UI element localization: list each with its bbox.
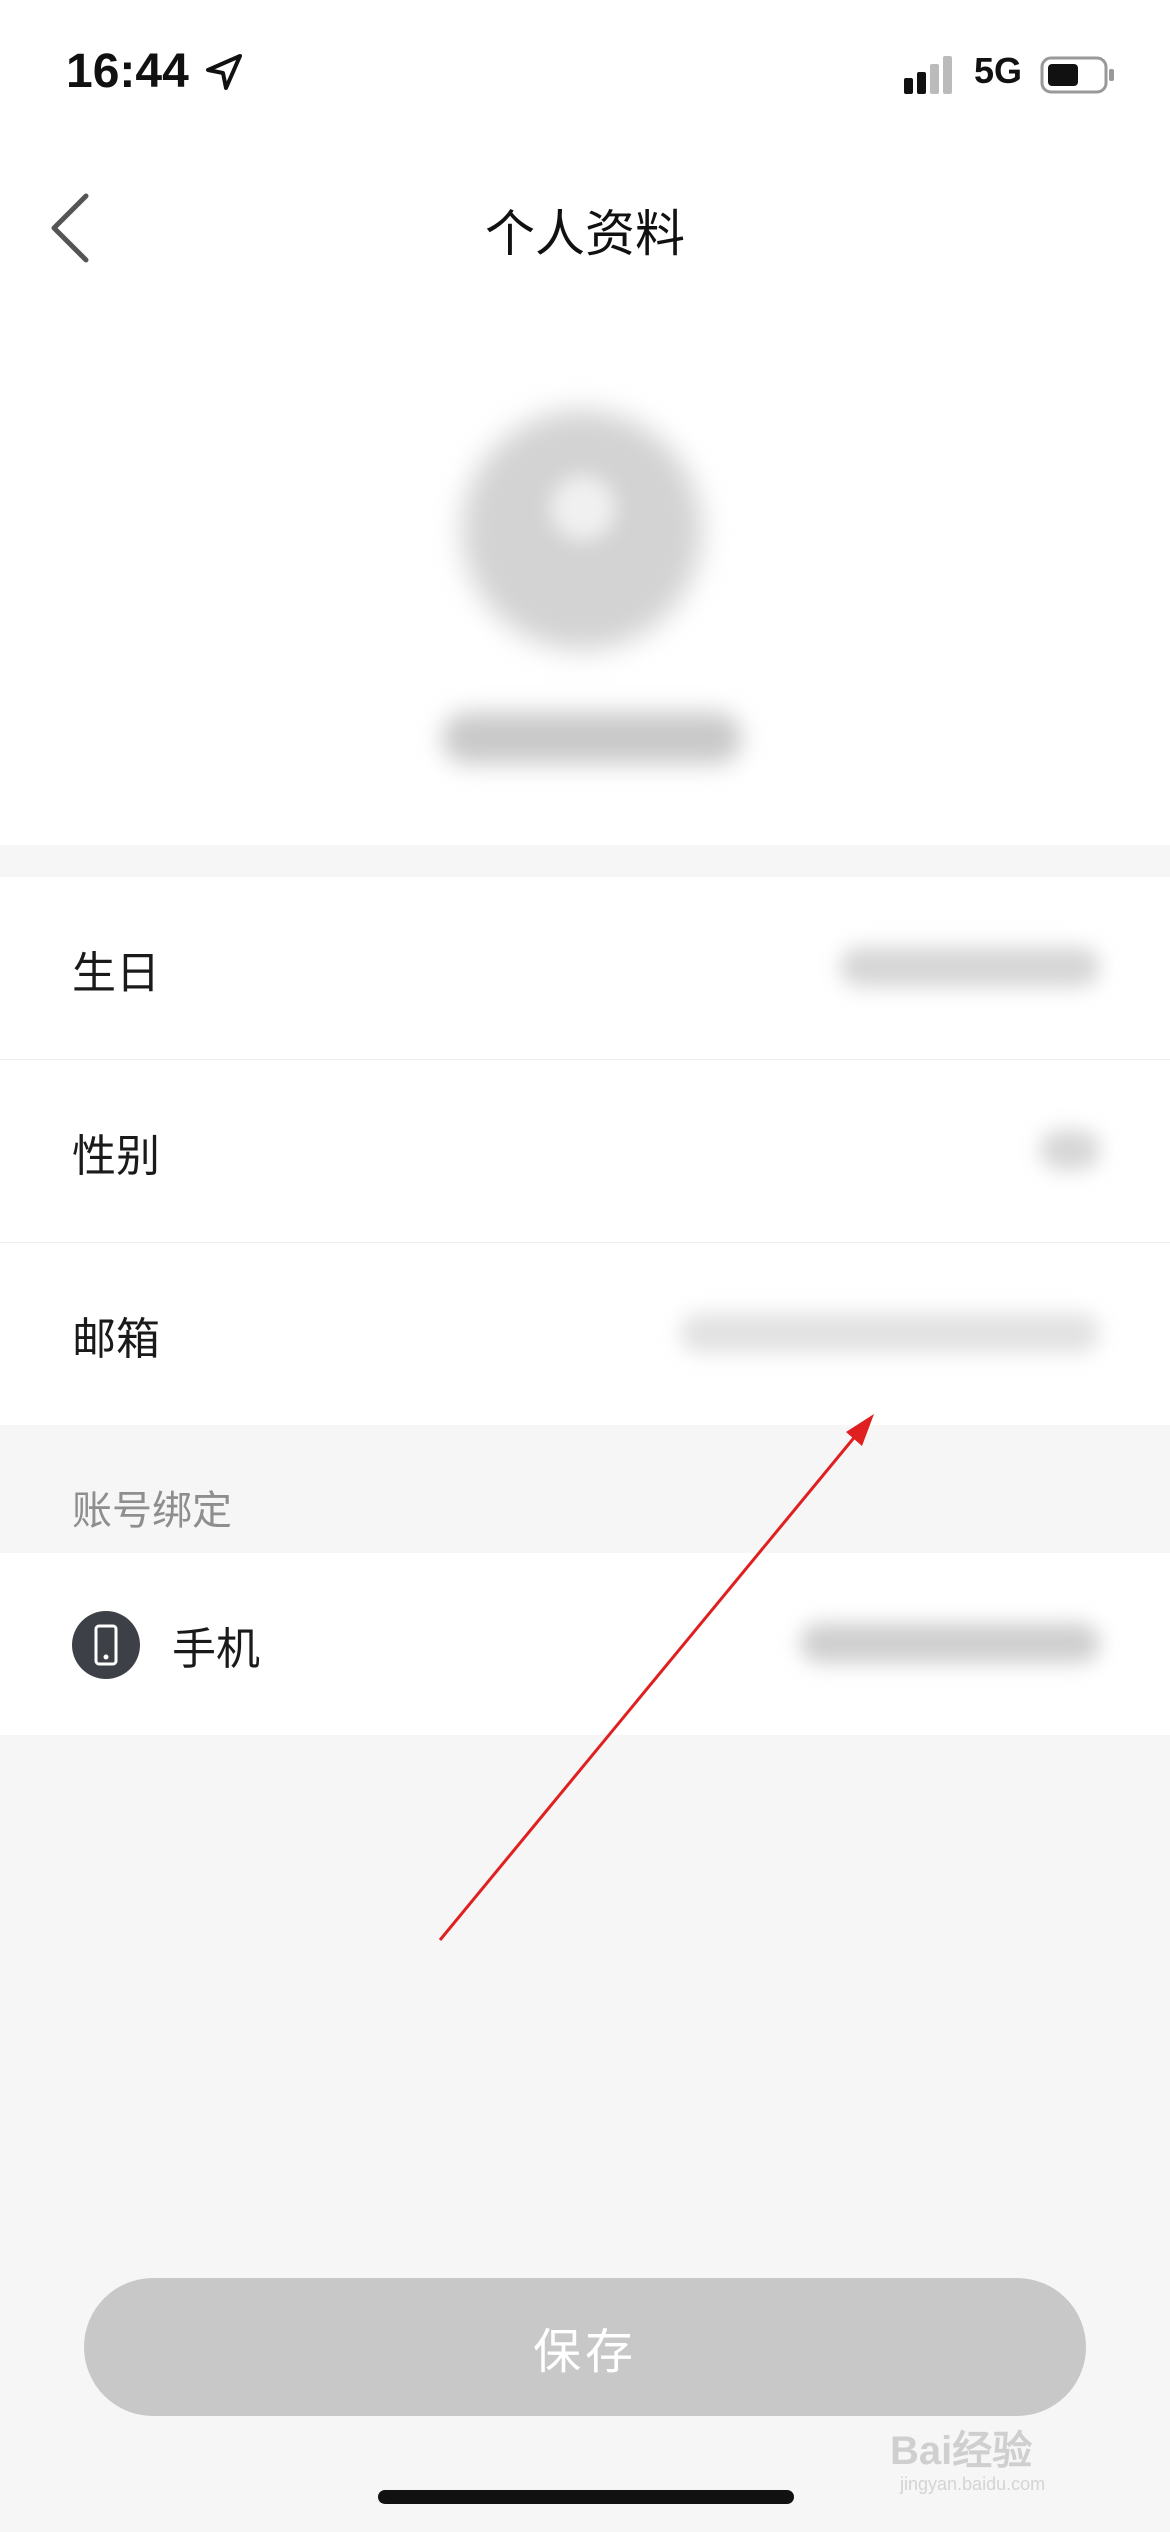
status-bar: 16:44 5G	[0, 0, 1170, 150]
nickname-blurred	[442, 712, 742, 764]
watermark-logo: Bai经验	[890, 2429, 1033, 2473]
row-label: 手机	[172, 1624, 260, 1675]
row-label: 性别	[72, 1131, 160, 1182]
network-type: 5G	[974, 50, 1023, 91]
account-binding-list: 手机	[0, 1553, 1170, 1735]
section-title-account-binding: 账号绑定	[72, 1488, 232, 1534]
row-label: 生日	[72, 948, 160, 999]
location-arrow-icon	[206, 54, 242, 90]
row-label: 邮箱	[72, 1314, 160, 1365]
status-time: 16:44	[66, 45, 189, 98]
row-value-blurred	[680, 1313, 1100, 1353]
list-item-phone[interactable]: 手机	[0, 1553, 1170, 1736]
profile-header	[0, 300, 1170, 845]
nav-bar: 个人资料	[0, 150, 1170, 300]
row-value-blurred	[1040, 1130, 1100, 1170]
save-button[interactable]: 保存	[84, 2278, 1086, 2416]
profile-info-list: 生日 性别 邮箱	[0, 877, 1170, 1425]
signal-icon	[904, 56, 952, 94]
phone-icon	[72, 1611, 140, 1679]
watermark-url: jingyan.baidu.com	[900, 2474, 1046, 2494]
list-item-email[interactable]: 邮箱	[0, 1243, 1170, 1426]
list-item-gender[interactable]: 性别	[0, 1060, 1170, 1243]
page-title: 个人资料	[485, 205, 685, 263]
home-indicator[interactable]	[378, 2490, 794, 2504]
list-item-birthday[interactable]: 生日	[0, 877, 1170, 1060]
battery-icon	[1040, 56, 1114, 94]
avatar-placeholder-icon	[550, 475, 616, 541]
row-value-blurred	[800, 1623, 1100, 1663]
row-value-blurred	[840, 947, 1100, 987]
